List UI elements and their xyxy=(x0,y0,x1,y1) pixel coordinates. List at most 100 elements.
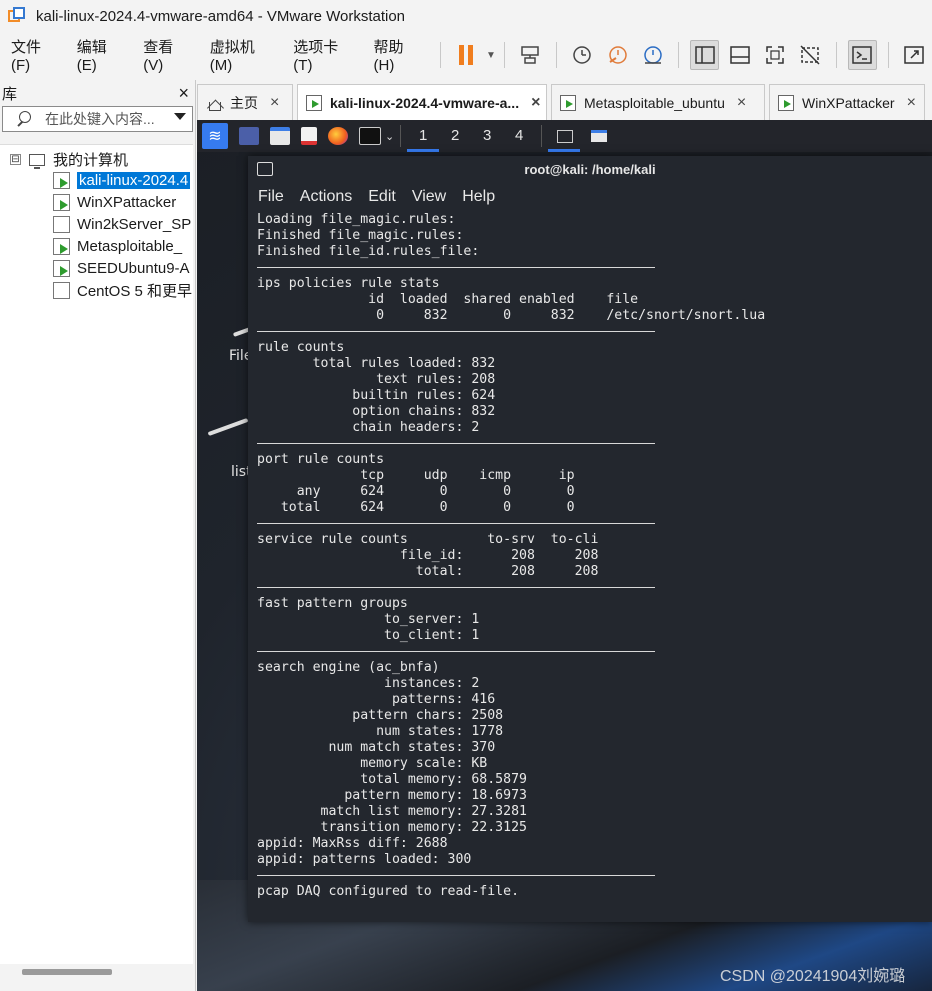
collapse-icon[interactable]: ⊟ xyxy=(10,154,21,165)
menu-tabs[interactable]: 选项卡(T) xyxy=(284,36,364,74)
terminal-line: tcp udp icmp ip xyxy=(257,468,575,483)
console-view-button[interactable] xyxy=(847,40,877,70)
text-editor-icon[interactable] xyxy=(301,127,317,145)
kali-menu-icon[interactable]: ≋ xyxy=(202,123,228,149)
console-icon xyxy=(852,46,872,64)
terminal-line: transition memory: 22.3125 xyxy=(257,820,527,835)
fullscreen-button[interactable] xyxy=(760,40,789,70)
terminal-line: Loading file_magic.rules: xyxy=(257,212,456,227)
title-bar: kali-linux-2024.4-vmware-amd64 - VMware … xyxy=(0,0,932,32)
terminal-line: any 624 0 0 0 xyxy=(257,484,575,499)
terminal-line: builtin rules: 624 xyxy=(257,388,496,403)
tab-label: kali-linux-2024.4-vmware-a... xyxy=(330,94,520,111)
send-ctrl-alt-del-button[interactable] xyxy=(516,40,545,70)
menu-vm[interactable]: 虚拟机(M) xyxy=(201,36,285,74)
terminal-line: patterns: 416 xyxy=(257,692,496,707)
tab-kali[interactable]: kali-linux-2024.4-vmware-a... × xyxy=(297,84,547,120)
terminal-menu-file[interactable]: File xyxy=(258,188,284,206)
window-title: kali-linux-2024.4-vmware-amd64 - VMware … xyxy=(36,7,406,25)
library-close-icon[interactable]: × xyxy=(178,83,189,104)
terminal-line: 0 832 0 832 /etc/snort/snort.lua xyxy=(257,308,766,323)
tab-label: Metasploitable_ubuntu xyxy=(584,94,725,111)
workspace-2[interactable]: 2 xyxy=(439,120,471,152)
stretch-guest-button[interactable] xyxy=(900,40,929,70)
workspace-3[interactable]: 3 xyxy=(471,120,503,152)
menu-view[interactable]: 查看(V) xyxy=(134,36,201,74)
tab-winxpattacker[interactable]: WinXPattacker × xyxy=(769,84,925,120)
terminal-window-icon xyxy=(557,129,574,143)
terminal-icon xyxy=(257,162,273,176)
terminal-line: text rules: 208 xyxy=(257,372,496,387)
stretch-icon xyxy=(904,46,925,64)
menu-bar: 文件(F) 编辑(E) 查看(V) 虚拟机(M) 选项卡(T) 帮助(H) ▼ xyxy=(0,32,932,78)
terminal-output[interactable]: Loading file_magic.rules: Finished file_m… xyxy=(257,212,927,900)
search-dropdown-icon[interactable] xyxy=(174,113,186,120)
tree-item-label: CentOS 5 和更早 xyxy=(77,282,193,300)
panel-separator xyxy=(400,125,402,147)
terminal-line: fast pattern groups xyxy=(257,596,408,611)
library-search-placeholder: 在此处键入内容... xyxy=(45,111,155,127)
vm-running-icon xyxy=(53,259,70,277)
taskbar-file-manager[interactable] xyxy=(582,120,616,152)
vm-display[interactable]: File list ≋ ⌄ 1 2 3 4 root@kali: /home/k… xyxy=(197,120,932,991)
tab-metasploitable[interactable]: Metasploitable_ubuntu × xyxy=(551,84,765,120)
terminal-menu-bar: File Actions Edit View Help xyxy=(248,182,932,212)
menu-edit[interactable]: 编辑(E) xyxy=(68,36,135,74)
vmware-logo-icon xyxy=(8,7,26,25)
tree-item-seedubuntu[interactable]: SEEDUbuntu9-A xyxy=(53,257,193,279)
terminal-menu-actions[interactable]: Actions xyxy=(300,188,352,206)
terminal-line: appid: MaxRss diff: 2688 xyxy=(257,836,448,851)
terminal-line: memory scale: KB xyxy=(257,756,488,771)
terminal-window[interactable]: root@kali: /home/kali File Actions Edit … xyxy=(248,156,932,922)
terminal-menu-view[interactable]: View xyxy=(412,188,446,206)
tree-item-win2kserver[interactable]: Win2kServer_SP xyxy=(53,213,193,235)
thumbnail-view-button[interactable] xyxy=(725,40,754,70)
terminal-menu-help[interactable]: Help xyxy=(462,188,495,206)
workspace-1[interactable]: 1 xyxy=(407,120,440,152)
tree-item-label: Metasploitable_ xyxy=(77,237,183,255)
revert-snapshot-button[interactable] xyxy=(603,40,632,70)
menu-help[interactable]: 帮助(H) xyxy=(365,36,432,74)
sidebar-layout-icon xyxy=(695,46,715,64)
terminal-titlebar[interactable]: root@kali: /home/kali xyxy=(248,156,932,182)
tree-item-label: SEEDUbuntu9-A xyxy=(77,259,190,277)
tree-item-kali[interactable]: kali-linux-2024.4 xyxy=(53,169,193,191)
terminal-dropdown-icon[interactable]: ⌄ xyxy=(385,130,394,143)
tree-item-centos[interactable]: CentOS 5 和更早 xyxy=(53,279,193,301)
tab-close-icon[interactable]: × xyxy=(531,94,540,112)
toolbar-separator xyxy=(503,42,505,68)
library-search-input[interactable]: 在此处键入内容... xyxy=(2,106,193,132)
tree-root-my-computer[interactable]: ⊟ 我的计算机 xyxy=(10,149,128,170)
terminal-line: ips policies rule stats xyxy=(257,276,440,291)
taskbar-terminal[interactable] xyxy=(548,120,582,152)
library-view-button[interactable] xyxy=(690,40,720,70)
pause-button[interactable] xyxy=(452,40,481,70)
terminal-line: total 624 0 0 0 xyxy=(257,500,575,515)
terminal-line: Finished file_id.rules_file: xyxy=(257,244,480,259)
power-dropdown-icon[interactable]: ▼ xyxy=(486,50,496,61)
unity-button[interactable] xyxy=(796,40,825,70)
library-panel: 库 × 在此处键入内容... ⊟ 我的计算机 kali-linux-2024.4… xyxy=(0,80,196,991)
terminal-launcher-icon[interactable] xyxy=(359,127,381,145)
file-manager-icon[interactable] xyxy=(270,127,290,145)
tree-item-metasploitable[interactable]: Metasploitable_ xyxy=(53,235,193,257)
menu-file[interactable]: 文件(F) xyxy=(0,36,68,74)
terminal-line: appid: patterns loaded: 300 xyxy=(257,852,472,867)
snapshot-manager-button[interactable] xyxy=(638,40,667,70)
snapshot-manager-icon xyxy=(643,46,662,64)
firefox-icon[interactable] xyxy=(328,127,348,145)
tab-home[interactable]: 主页 × xyxy=(197,84,293,120)
tree-item-winxpattacker[interactable]: WinXPattacker xyxy=(53,191,193,213)
terminal-line: pattern chars: 2508 xyxy=(257,708,504,723)
workspace-4[interactable]: 4 xyxy=(503,120,535,152)
vm-running-icon xyxy=(560,94,576,111)
show-desktop-icon[interactable] xyxy=(239,127,259,145)
terminal-menu-edit[interactable]: Edit xyxy=(368,188,396,206)
tab-close-icon[interactable]: × xyxy=(907,94,916,112)
tab-close-icon[interactable]: × xyxy=(270,94,279,112)
tab-close-icon[interactable]: × xyxy=(737,94,746,112)
library-horizontal-scrollbar[interactable] xyxy=(22,969,112,975)
fullscreen-icon xyxy=(766,46,784,64)
snapshot-button[interactable] xyxy=(568,40,597,70)
terminal-separator-rule xyxy=(257,516,927,532)
